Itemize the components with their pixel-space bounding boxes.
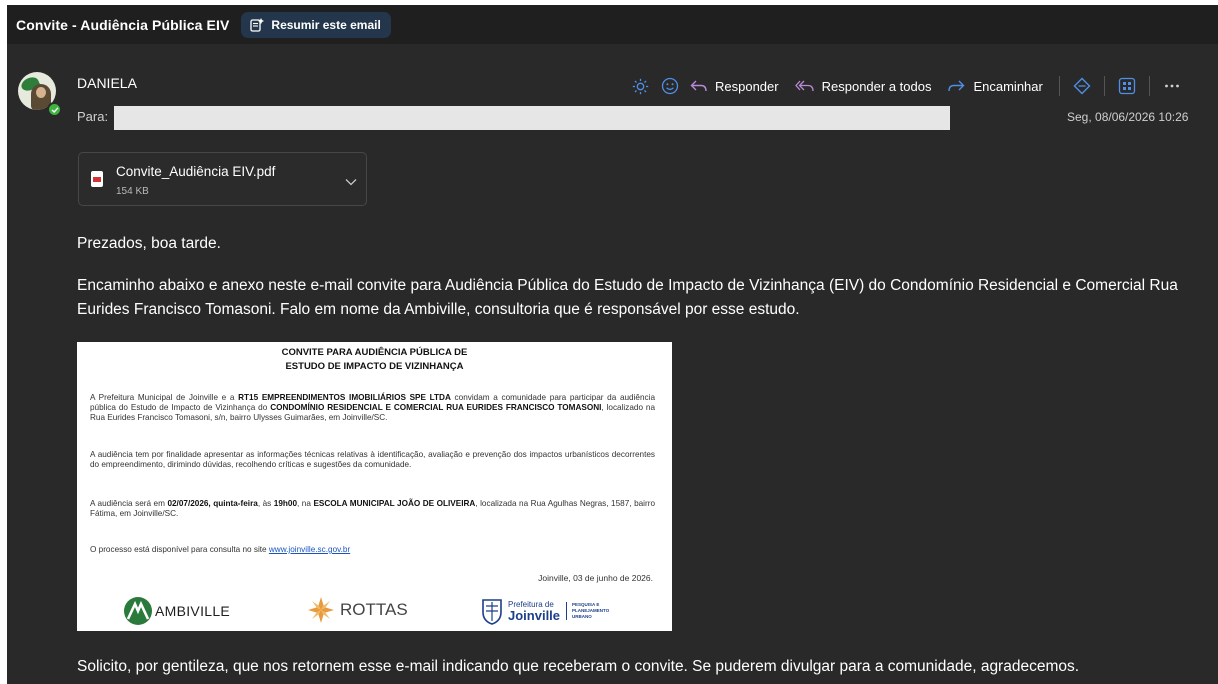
reply-all-label: Responder a todos [821, 78, 932, 94]
pdf-file-icon [91, 171, 103, 187]
attachment-card[interactable]: Convite_Audiência EIV.pdf 154 KB [78, 152, 367, 206]
apps-icon[interactable] [1117, 76, 1137, 96]
invite-time: 19h00 [273, 499, 297, 508]
invite-paragraph-4: O processo está disponível para consulta… [90, 545, 655, 555]
more-icon[interactable] [1162, 76, 1182, 96]
sent-datetime: Seg, 08/06/2026 10:26 [1067, 110, 1189, 124]
forward-icon [948, 80, 965, 92]
invite-text: , na [297, 499, 314, 508]
copilot-summary-icon [250, 17, 265, 32]
body-paragraph-2: Solicito, por gentileza, que nos retorne… [77, 658, 1080, 675]
reply-icon [690, 80, 707, 92]
invite-paragraph-2: A audiência tem por finalidade apresenta… [90, 450, 655, 469]
ambiville-logo-text: AMBIVILLE [155, 603, 231, 619]
invite-title-line-1: CONVITE PARA AUDIÊNCIA PÚBLICA DE [281, 347, 468, 358]
sender-name[interactable]: DANIELA [77, 75, 137, 91]
reply-label: Responder [715, 78, 779, 94]
invite-text: , às [257, 499, 274, 508]
ambiville-logo: AMBIVILLE [124, 597, 230, 625]
attachment-name: Convite_Audiência EIV.pdf [116, 164, 276, 179]
greeting-text: Prezados, boa tarde. [77, 235, 221, 252]
invite-project: CONDOMÍNIO RESIDENCIAL E COMERCIAL RUA E… [270, 403, 602, 412]
invite-company: RT15 EMPREENDIMENTOS IMOBILIÁRIOS SPE LT… [238, 393, 451, 402]
reply-all-button[interactable]: Responder a todos [794, 78, 932, 94]
forward-button[interactable]: Encaminhar [947, 78, 1043, 94]
to-label: Para: [77, 109, 109, 124]
forward-label: Encaminhar [973, 78, 1043, 94]
toolbar-divider [1148, 76, 1150, 96]
toolbar-divider [1058, 76, 1060, 96]
email-subject: Convite - Audiência Pública EIV [16, 16, 230, 33]
presence-available-icon [47, 102, 62, 117]
rottas-mark-icon [308, 597, 334, 623]
summarize-email-button[interactable]: Resumir este email [241, 11, 391, 38]
invite-date: 02/07/2026, quinta-feira [167, 499, 258, 508]
emoji-icon[interactable] [660, 76, 680, 96]
invite-text: A audiência será em [90, 499, 168, 508]
email-reading-pane: Convite - Audiência Pública EIV Resumir … [7, 5, 1218, 684]
secretaria-text: PESQUISA E PLANEJAMENTO URBANO [566, 602, 609, 620]
invitation-image: CONVITE PARA AUDIÊNCIA PÚBLICA DE ESTUDO… [77, 342, 672, 631]
ambiville-mark-icon [124, 597, 152, 625]
invite-paragraph-3: A audiência será em 02/07/2026, quinta-f… [90, 499, 655, 519]
brightness-icon[interactable] [630, 76, 650, 96]
prefeitura-joinville-logo: Prefeitura de Joinville PESQUISA E PLANE… [480, 596, 609, 626]
invite-paragraph-1: A Prefeitura Municipal de Joinville e a … [90, 393, 655, 423]
reply-all-icon [794, 80, 814, 92]
summarize-label: Resumir este email [271, 17, 381, 32]
joinville-text: Joinville [508, 607, 561, 623]
recipients-redacted [114, 106, 950, 130]
invite-text: A Prefeitura Municipal de Joinville e a [90, 393, 239, 402]
invite-title-line-2: ESTUDO DE IMPACTO DE VIZINHANÇA [285, 361, 464, 372]
message-actions-toolbar: Responder Responder a todos Encaminhar [630, 75, 1192, 97]
invite-website-link[interactable]: www.joinville.sc.gov.br [269, 545, 350, 554]
toolbar-divider [1103, 76, 1105, 96]
attachment-size: 154 KB [116, 186, 149, 197]
reply-button[interactable]: Responder [690, 79, 779, 94]
invite-text: O processo está disponível para consulta… [90, 545, 269, 554]
rottas-logo: ROTTAS [306, 595, 408, 625]
rottas-logo-text: ROTTAS [340, 600, 408, 619]
body-paragraph-1: Encaminho abaixo e anexo neste e-mail co… [77, 277, 1178, 318]
invite-signature-date: Joinville, 03 de junho de 2026. [538, 573, 653, 583]
invite-venue: ESCOLA MUNICIPAL JOÃO DE OLIVEIRA [313, 499, 476, 508]
subject-bar: Convite - Audiência Pública EIV Resumir … [7, 5, 1218, 44]
tag-icon[interactable] [1072, 76, 1092, 96]
chevron-down-icon[interactable] [345, 173, 357, 191]
city-crest-icon [482, 599, 502, 625]
avatar-face-shape [36, 87, 46, 98]
